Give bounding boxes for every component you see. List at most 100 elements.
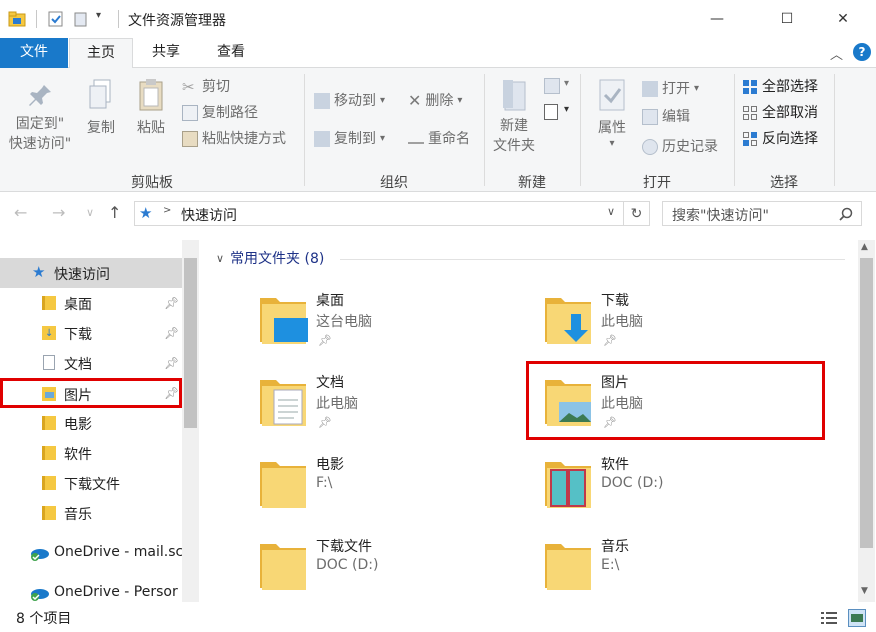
move-to-button[interactable]: 移动到 ▾ bbox=[314, 90, 385, 112]
paste-button[interactable]: 粘贴 bbox=[132, 78, 170, 138]
minimize-button[interactable]: — bbox=[694, 0, 740, 38]
select-all-button[interactable]: 全部选择 bbox=[742, 76, 818, 98]
back-icon[interactable]: ← bbox=[14, 203, 27, 222]
folder-tile-desktop[interactable]: 桌面 这台电脑 📌︎ bbox=[258, 290, 528, 362]
scroll-up-icon[interactable]: ▲ bbox=[861, 242, 868, 252]
folder-tile-movies[interactable]: 电影 F:\ bbox=[258, 454, 528, 526]
select-group-label: 选择 bbox=[770, 175, 798, 191]
onedrive-icon bbox=[31, 549, 49, 561]
tab-view[interactable]: 查看 bbox=[202, 38, 260, 68]
tab-share[interactable]: 共享 bbox=[137, 38, 195, 68]
nav-item-downloads[interactable]: ↓ 下载 📌︎ bbox=[0, 318, 182, 348]
search-input[interactable]: 搜索"快速访问" bbox=[662, 201, 862, 226]
select-none-button[interactable]: 全部取消 bbox=[742, 102, 818, 124]
pin-icon[interactable]: 📌︎ bbox=[164, 326, 179, 340]
qa-dropdown-icon[interactable]: ▾ bbox=[96, 10, 101, 21]
edit-button[interactable]: 编辑 bbox=[642, 106, 690, 128]
status-bar: 8 个项目 bbox=[0, 604, 876, 632]
copy-button[interactable]: 复制 bbox=[82, 78, 120, 138]
easy-access-button[interactable]: ▾ bbox=[544, 102, 572, 122]
content-scrollbar-thumb[interactable] bbox=[860, 258, 873, 548]
maximize-button[interactable]: ☐ bbox=[764, 0, 810, 38]
documents-icon bbox=[43, 355, 55, 370]
folder-tile-downloads[interactable]: 下载 此电脑 📌︎ bbox=[543, 290, 813, 362]
folder-tile-pictures[interactable]: 图片 此电脑 📌︎ bbox=[543, 372, 813, 444]
help-icon[interactable]: ? bbox=[853, 43, 871, 61]
tab-file[interactable]: 文件 bbox=[0, 38, 68, 68]
new-folder-qa-icon[interactable] bbox=[74, 11, 88, 27]
nav-item-music[interactable]: 音乐 bbox=[0, 498, 182, 528]
group-header-label: 常用文件夹 (8) bbox=[230, 251, 325, 267]
nav-item-movies[interactable]: 电影 bbox=[0, 408, 182, 438]
minimize-icon: — bbox=[710, 11, 724, 27]
pin-label-2: 快速访问" bbox=[8, 136, 72, 152]
new-item-button[interactable]: ▾ bbox=[544, 76, 572, 96]
recent-locations-icon[interactable]: ∨ bbox=[86, 206, 94, 219]
open-group-label: 打开 bbox=[643, 175, 671, 191]
paste-shortcut-button[interactable]: 粘贴快捷方式 bbox=[182, 128, 286, 150]
folder-name: 文档 bbox=[316, 375, 344, 391]
pin-icon[interactable]: 📌︎ bbox=[164, 386, 179, 400]
folder-tile-documents[interactable]: 文档 此电脑 📌︎ bbox=[258, 372, 528, 444]
maximize-icon: ☐ bbox=[780, 11, 794, 27]
rename-button[interactable]: 重命名 bbox=[408, 128, 470, 150]
nav-onedrive-label: OneDrive - mail.sc bbox=[54, 544, 184, 560]
pin-icon[interactable]: 📌︎ bbox=[164, 296, 179, 310]
forward-icon[interactable]: → bbox=[52, 203, 65, 222]
open-button[interactable]: 打开 ▾ bbox=[642, 78, 699, 100]
large-icons-view-icon[interactable] bbox=[848, 609, 866, 627]
folder-icon bbox=[42, 446, 56, 460]
pin-to-quick-access-button[interactable]: 固定到" 快速访问" bbox=[4, 82, 76, 154]
delete-icon: ✕ bbox=[408, 91, 422, 110]
move-to-label: 移动到 bbox=[334, 93, 376, 109]
up-icon[interactable]: ↑ bbox=[108, 203, 121, 222]
folder-icon bbox=[42, 476, 56, 490]
nav-item-label: 桌面 bbox=[64, 297, 92, 313]
breadcrumb-quick-access[interactable]: 快速访问 bbox=[181, 205, 237, 225]
group-header[interactable]: ∨ 常用文件夹 (8) bbox=[216, 248, 324, 268]
delete-button[interactable]: ✕ 删除 ▾ bbox=[408, 90, 462, 112]
nav-item-download-files[interactable]: 下载文件 bbox=[0, 468, 182, 498]
copy-to-button[interactable]: 复制到 ▾ bbox=[314, 128, 385, 150]
nav-item-label: 电影 bbox=[64, 417, 92, 433]
copy-to-icon bbox=[314, 131, 330, 147]
folder-name: 下载文件 bbox=[316, 539, 372, 555]
pin-icon[interactable]: 📌︎ bbox=[164, 356, 179, 370]
properties-button[interactable]: 属性 ▾ bbox=[590, 78, 634, 150]
address-dropdown-icon[interactable]: ∨ bbox=[607, 205, 615, 218]
nav-quick-access[interactable]: ★ 快速访问 bbox=[0, 258, 182, 288]
close-button[interactable]: ✕ bbox=[820, 0, 866, 38]
nav-item-label: 下载 bbox=[64, 327, 92, 343]
copy-path-button[interactable]: 复制路径 bbox=[182, 102, 258, 124]
invert-selection-button[interactable]: 反向选择 bbox=[742, 128, 818, 150]
refresh-button[interactable]: ↻ bbox=[624, 201, 650, 226]
nav-onedrive-2[interactable]: OneDrive - Persor bbox=[0, 578, 182, 602]
nav-item-software[interactable]: 软件 bbox=[0, 438, 182, 468]
cut-button[interactable]: ✂ 剪切 bbox=[182, 76, 230, 98]
breadcrumb-chevron-icon[interactable]: > bbox=[163, 205, 171, 216]
search-icon[interactable] bbox=[839, 207, 853, 221]
address-bar[interactable]: ★ > 快速访问 ∨ bbox=[134, 201, 624, 226]
paste-label: 粘贴 bbox=[137, 120, 165, 136]
folder-name: 图片 bbox=[601, 375, 629, 391]
nav-item-desktop[interactable]: 桌面 📌︎ bbox=[0, 288, 182, 318]
nav-onedrive-1[interactable]: OneDrive - mail.sc bbox=[0, 538, 184, 568]
properties-qa-icon[interactable] bbox=[48, 11, 64, 27]
rename-icon bbox=[408, 134, 424, 144]
select-all-icon bbox=[743, 80, 757, 94]
history-button[interactable]: 历史记录 bbox=[642, 136, 718, 158]
edit-label: 编辑 bbox=[662, 109, 690, 125]
open-label: 打开 bbox=[662, 81, 690, 97]
new-folder-button[interactable]: 新建 文件夹 bbox=[490, 78, 538, 156]
folder-tile-music[interactable]: 音乐 E:\ bbox=[543, 536, 813, 608]
nav-item-pictures[interactable]: 图片 📌︎ bbox=[0, 378, 182, 408]
new-item-icon bbox=[544, 78, 560, 94]
collapse-ribbon-icon[interactable]: ︿ bbox=[830, 44, 843, 63]
scroll-down-icon[interactable]: ▼ bbox=[861, 586, 868, 596]
folder-tile-download-files[interactable]: 下载文件 DOC (D:) bbox=[258, 536, 528, 608]
nav-scrollbar-thumb[interactable] bbox=[184, 258, 197, 428]
tab-home[interactable]: 主页 bbox=[69, 38, 133, 69]
nav-item-documents[interactable]: 文档 📌︎ bbox=[0, 348, 182, 378]
folder-tile-software[interactable]: 软件 DOC (D:) bbox=[543, 454, 813, 526]
details-view-icon[interactable] bbox=[820, 610, 838, 626]
